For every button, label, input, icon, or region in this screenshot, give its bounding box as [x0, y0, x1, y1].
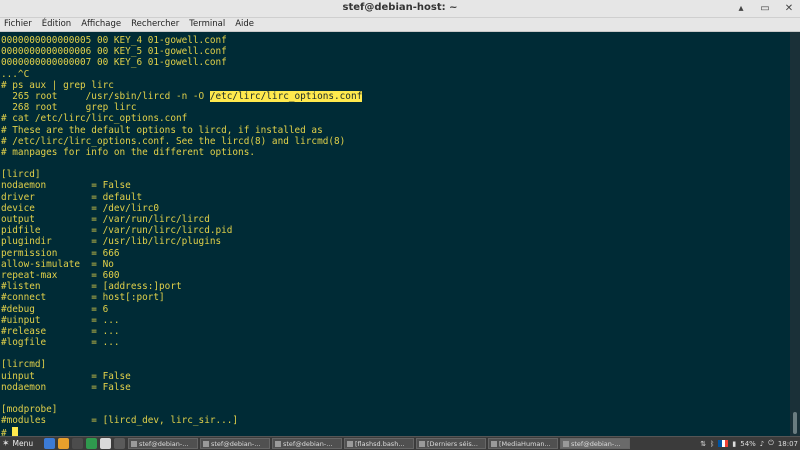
system-tray: ⇅ ᛒ ▮ 54% ♪ ⏻ 18:07 — [700, 437, 798, 450]
taskbar: ✶ Menu stef@debian-... stef@debian-... ste… — [0, 436, 800, 450]
terminal-line: output = /var/run/lirc/lircd — [1, 214, 210, 225]
power-icon[interactable]: ⏻ — [768, 439, 774, 448]
menu-terminal[interactable]: Terminal — [189, 18, 225, 31]
window-icon — [275, 440, 281, 447]
terminal-line: [modprobe] — [1, 404, 58, 416]
quick-launchers — [44, 438, 125, 449]
terminal-line: pidfile = /var/run/lirc/lircd.pid — [1, 225, 233, 237]
volume-icon[interactable]: ♪ — [760, 440, 764, 448]
terminal-line: 265 root /usr/sbin/lircd -n -O /etc/lirc… — [1, 90, 363, 102]
terminal-line: #connect = host[:port] — [1, 292, 165, 304]
scrollbar-thumb[interactable] — [793, 412, 797, 434]
terminal-line: #uinput = ... — [1, 314, 120, 326]
terminal-line: 0000000000000005 00 KEY_4 01-gowell.conf — [1, 35, 227, 46]
terminal-line: # /etc/lirc/lirc_options.conf. See the l… — [1, 135, 346, 147]
taskbar-button-label: stef@debian-... — [571, 439, 621, 448]
terminal-line: # manpages for info on the different opt… — [1, 146, 255, 158]
window-icon — [131, 440, 137, 447]
terminal-line: # These are the default options to lircd… — [1, 124, 323, 136]
network-icon[interactable]: ⇅ — [700, 440, 706, 448]
window-titlebar: stef@debian-host: ~ ▴ ▭ ✕ — [0, 0, 800, 18]
terminal-line: # — [1, 426, 362, 436]
battery-icon[interactable]: ▮ — [732, 440, 736, 448]
terminal-line: #logfile = ... — [1, 337, 120, 349]
terminal-line: plugindir = /usr/lib/lirc/plugins — [1, 236, 222, 248]
launcher-icon[interactable] — [86, 438, 97, 449]
terminal-line: nodaemon = False — [1, 180, 131, 192]
task-list: stef@debian-... stef@debian-... stef@debia… — [128, 438, 630, 449]
terminal-line: #listen = [address:]port — [1, 281, 182, 293]
taskbar-button[interactable]: stef@debian-... — [560, 438, 630, 449]
taskbar-button[interactable]: stef@debian-... — [200, 438, 270, 449]
terminal-line: 0000000000000007 00 KEY_6 01-gowell.conf — [1, 57, 227, 69]
terminal-line: nodaemon = False — [1, 381, 131, 393]
terminal-line: driver = default — [1, 191, 143, 203]
window-title: stef@debian-host: ~ — [342, 2, 458, 13]
menu-rechercher[interactable]: Rechercher — [131, 18, 179, 31]
taskbar-button-label: stef@debian-... — [211, 439, 261, 448]
terminal-line: allow-simulate = No — [1, 258, 114, 270]
start-menu-button[interactable]: ✶ Menu — [2, 437, 33, 450]
taskbar-button-label: [flashsd.bash... — [355, 439, 405, 448]
terminal-output: 0000000000000005 00 KEY_4 01-gowell.conf… — [1, 35, 363, 436]
terminal-line: uinput = False — [1, 370, 131, 382]
terminal-line: device = /dev/lirc0 — [1, 202, 160, 214]
taskbar-button[interactable]: [MediaHuman... — [488, 438, 558, 449]
window-icon — [563, 440, 569, 447]
terminal-line: ...^C — [1, 68, 30, 80]
window-icon — [347, 440, 353, 447]
menu-icon: ✶ — [2, 438, 10, 449]
launcher-icon[interactable] — [44, 438, 55, 449]
terminal-line: #debug = 6 — [1, 303, 109, 315]
bluetooth-icon[interactable]: ᛒ — [710, 440, 714, 448]
terminal-cursor — [12, 426, 19, 436]
taskbar-button[interactable]: stef@debian-... — [128, 438, 198, 449]
maximize-icon[interactable]: ▭ — [758, 2, 772, 16]
terminal-scrollbar[interactable] — [790, 32, 800, 436]
menu-affichage[interactable]: Affichage — [81, 18, 121, 31]
window-icon — [203, 440, 209, 447]
menu-bar: Fichier Édition Affichage Rechercher Ter… — [0, 18, 800, 32]
taskbar-button[interactable]: stef@debian-... — [272, 438, 342, 449]
terminal-line: repeat-max = 600 — [1, 269, 120, 281]
battery-percent: 54% — [740, 439, 756, 448]
menu-edition[interactable]: Édition — [42, 18, 71, 31]
close-icon[interactable]: ✕ — [782, 2, 796, 16]
terminal-line: 0000000000000006 00 KEY_5 01-gowell.conf — [1, 46, 227, 58]
window-icon — [419, 440, 425, 447]
start-menu-label: Menu — [12, 439, 34, 448]
terminal-line: [lircmd] — [1, 359, 47, 371]
keyboard-layout-flag-icon[interactable] — [718, 440, 729, 447]
menu-aide[interactable]: Aide — [235, 18, 254, 31]
terminal-line: [lircd] — [1, 169, 41, 181]
taskbar-button-label: [Derniers séis... — [427, 439, 478, 448]
selected-text[interactable]: /etc/lirc/lirc_options.conf — [209, 90, 363, 102]
launcher-icon[interactable] — [58, 438, 69, 449]
terminal-line: # ps aux | grep lirc — [1, 79, 114, 91]
window-icon — [491, 440, 497, 447]
taskbar-button[interactable]: [Derniers séis... — [416, 438, 486, 449]
terminal-area[interactable]: 0000000000000005 00 KEY_4 01-gowell.conf… — [0, 32, 790, 436]
taskbar-button-label: [MediaHuman... — [499, 439, 551, 448]
launcher-icon[interactable] — [114, 438, 125, 449]
terminal-line: #release = ... — [1, 325, 120, 337]
terminal-line: 268 root grep lirc — [1, 102, 137, 114]
terminal-line: permission = 666 — [1, 247, 120, 259]
launcher-icon[interactable] — [72, 438, 83, 449]
clock[interactable]: 18:07 — [778, 440, 798, 448]
taskbar-button-label: stef@debian-... — [283, 439, 333, 448]
taskbar-button[interactable]: [flashsd.bash... — [344, 438, 414, 449]
menu-fichier[interactable]: Fichier — [4, 18, 32, 31]
terminal-line: # cat /etc/lirc/lirc_options.conf — [1, 113, 188, 125]
launcher-icon[interactable] — [100, 438, 111, 449]
minimize-icon[interactable]: ▴ — [734, 2, 748, 16]
terminal-line: #modules = [lircd_dev, lirc_sir...] — [1, 415, 239, 427]
taskbar-button-label: stef@debian-... — [139, 439, 189, 448]
